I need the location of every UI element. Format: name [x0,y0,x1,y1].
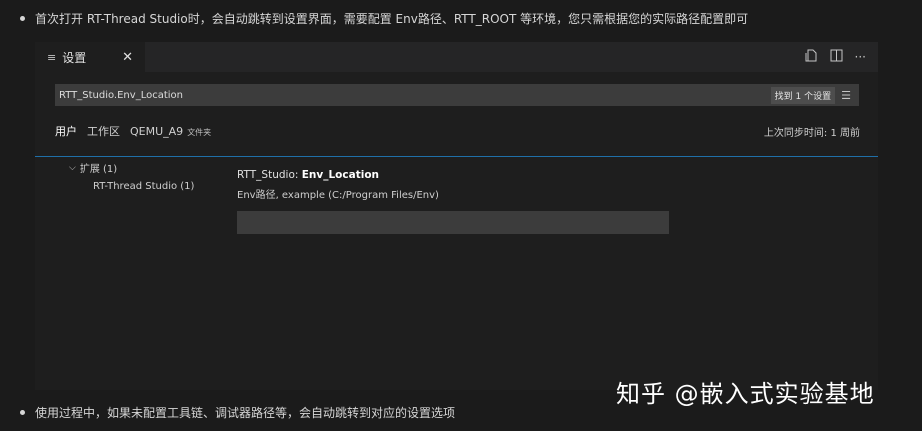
bullet-dot [20,410,25,415]
more-icon[interactable]: ··· [855,50,866,64]
setting-name: Env_Location [301,169,380,181]
scope-tabs: 用户 工作区 QEMU_A9 文件夹 上次同步时间: 1 周前 [55,121,860,141]
bullet-outro: 使用过程中，如果未配置工具链、调试器路径等，会自动跳转到对应的设置选项 [20,404,455,421]
bullet-intro-text: 首次打开 RT-Thread Studio时，会自动跳转到设置界面，需要配置 E… [35,12,749,26]
setting-prefix: RTT_Studio: [237,169,302,181]
tab-folder[interactable]: QEMU_A9 文件夹 [130,125,211,138]
toc-group-label: 扩展 (1) [79,164,118,175]
toc-group-extensions[interactable]: ⌵ 扩展 (1) [69,160,194,176]
editor-actions: ··· [805,42,866,72]
toc-item-rt-thread-studio[interactable]: RT-Thread Studio (1) [69,181,194,192]
close-icon[interactable]: ✕ [122,50,133,65]
setting-title: RTT_Studio: Env_Location [237,169,669,181]
settings-editor: ≡ 设置 ✕ ··· 找到 1 个设置 ☰ 用户 工作区 QEMU_A9文件夹 … [35,42,878,390]
settings-toc: ⌵ 扩展 (1) RT-Thread Studio (1) [69,160,194,193]
search-input[interactable] [59,89,771,101]
sync-status: 上次同步时间: 1 周前 [763,127,860,139]
settings-search: 找到 1 个设置 ☰ [55,84,859,106]
env-location-input[interactable] [237,211,669,234]
tab-folder-label: QEMU_A9 [130,124,184,138]
bullet-dot [20,16,25,21]
clear-filter-icon[interactable]: ☰ [841,89,851,102]
watermark: 知乎 @嵌入式实验基地 [616,380,875,408]
bullet-intro: 首次打开 RT-Thread Studio时，会自动跳转到设置界面，需要配置 E… [20,10,748,27]
result-count-badge: 找到 1 个设置 [770,86,836,104]
tab-settings-label: 设置 [62,50,87,65]
open-json-icon[interactable] [805,49,818,65]
tab-workspace[interactable]: 工作区 [87,123,120,139]
setting-env-location: RTT_Studio: Env_Location Env路径, example … [237,169,669,234]
tab-user[interactable]: 用户 [55,123,77,139]
setting-description: Env路径, example (C:/Program Files/Env) [237,190,439,201]
split-editor-icon[interactable] [830,49,843,65]
tab-settings[interactable]: ≡ 设置 ✕ [35,42,145,72]
tab-folder-suffix: 文件夹 [187,127,212,137]
tab-bar: ≡ 设置 ✕ ··· [35,42,878,72]
chevron-down-icon: ⌵ [69,162,76,173]
bullet-outro-text: 使用过程中，如果未配置工具链、调试器路径等，会自动跳转到对应的设置选项 [35,406,456,420]
list-icon: ≡ [47,50,57,64]
divider [35,156,878,157]
